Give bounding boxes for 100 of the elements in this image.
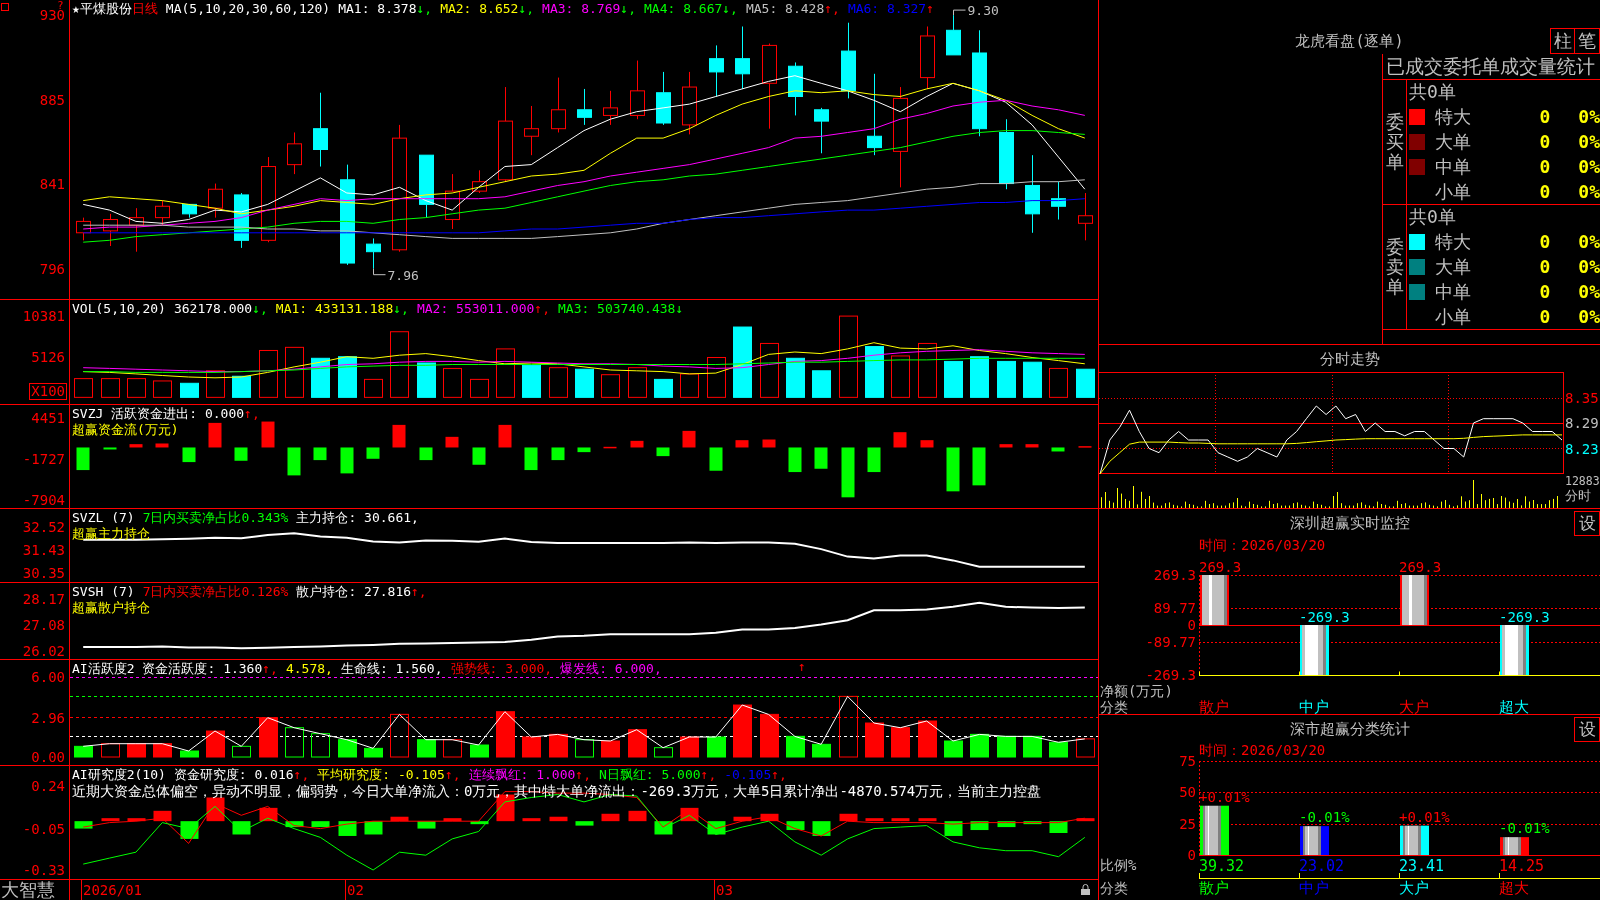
order-size-label: 小单 xyxy=(1435,305,1471,328)
candle xyxy=(814,107,829,154)
net-amount-bar xyxy=(1200,575,1229,625)
price-axis-label: 8.23 xyxy=(1565,440,1599,457)
price-label: 9.30 xyxy=(967,3,999,19)
bar-value-label: 39.32 xyxy=(1199,857,1245,875)
legend-value: 平均研究度: -0.105↑, xyxy=(317,767,461,783)
bar-value-label: 23.41 xyxy=(1399,857,1445,875)
candle xyxy=(208,183,223,219)
candle xyxy=(630,60,645,120)
order-total: 共0单 xyxy=(1409,80,1456,104)
candle xyxy=(524,105,539,156)
candle xyxy=(1078,192,1093,241)
mode-button[interactable]: 柱 xyxy=(1550,28,1575,54)
legend-value: 爆发线: 6.000, xyxy=(560,661,662,677)
candle xyxy=(287,131,302,175)
bar-value-label: -269.3 xyxy=(1299,609,1350,625)
bar-value-label: 14.25 xyxy=(1499,857,1545,875)
legend-value: 连续飘红: 1.000↑, xyxy=(468,767,591,783)
net-amount-bar xyxy=(1500,625,1529,675)
group-label: 委买单 xyxy=(1385,112,1404,172)
candle xyxy=(103,213,118,247)
legend-value: 主力持仓: 30.661, xyxy=(296,510,419,526)
order-percent: 0% xyxy=(1578,230,1600,253)
panel-title: 龙虎看盘(逐单) xyxy=(1295,32,1404,52)
legend-value: MA3: 8.769↓, xyxy=(542,1,636,17)
indicator-title: AI活跃度2 xyxy=(72,661,135,677)
candle xyxy=(946,14,961,56)
axis-title: 净额(万元) xyxy=(1100,684,1173,699)
indicator-title: SVZJ xyxy=(72,406,104,422)
legend-value: 4.578, xyxy=(285,661,333,677)
timestamp: 时间：2026/03/20 xyxy=(1199,537,1326,553)
indicator-title: SVSH (7) xyxy=(72,584,135,600)
axis-title: 分类 xyxy=(1099,699,1128,715)
order-count: 0 xyxy=(1539,130,1551,153)
legend-value: 资金研究度: 0.016↑, xyxy=(173,767,310,783)
axis-label: 25 xyxy=(1179,815,1196,832)
indicator-title: SVZL (7) xyxy=(72,510,135,526)
order-count: 0 xyxy=(1539,280,1551,303)
axis-label: 50 xyxy=(1179,784,1196,801)
price-axis-label: 8.29 xyxy=(1565,415,1599,431)
candle xyxy=(788,61,803,116)
indicator-subtitle: 超赢主力持仓 xyxy=(72,526,150,542)
candle xyxy=(682,71,697,135)
legend-value: MA2: 8.652↓, xyxy=(440,1,535,17)
candle xyxy=(129,207,144,253)
bar-value-label: 269.3 xyxy=(1399,559,1442,575)
order-size-label: 大单 xyxy=(1435,130,1471,153)
change-label: +0.01% xyxy=(1399,808,1450,825)
axis-label: -7904 xyxy=(22,492,65,508)
candle xyxy=(551,77,566,133)
table-title: 已成交委托单成交量统计 xyxy=(1383,54,1600,80)
candle xyxy=(1051,181,1066,220)
legend-value: -0.105↑, xyxy=(724,767,787,783)
candle xyxy=(155,200,170,226)
order-percent: 0% xyxy=(1578,155,1600,178)
mode-button[interactable]: 笔 xyxy=(1575,28,1600,54)
indicator-subtitle: 超赢散户持仓 xyxy=(72,600,150,616)
axis-label: 75 xyxy=(1179,753,1196,769)
order-size-label: 中单 xyxy=(1435,280,1471,303)
axis-label: 10381 xyxy=(22,308,65,325)
legend-value: 362178.000↓, xyxy=(173,301,268,317)
candle xyxy=(709,44,724,97)
category-label: 超大 xyxy=(1499,699,1529,715)
order-percent: 0% xyxy=(1578,280,1600,303)
axis-label: 28.17 xyxy=(22,591,65,607)
order-count: 0 xyxy=(1539,305,1551,328)
axis-label: 30.35 xyxy=(22,565,65,582)
category-label: 大户 xyxy=(1399,699,1429,715)
axis-title: 分类 xyxy=(1099,880,1128,896)
axis-label: -1727 xyxy=(22,450,65,467)
timestamp: 时间：2026/03/20 xyxy=(1199,742,1326,758)
legend-value: MA6: 8.327↑ xyxy=(847,1,934,17)
axis-label: 32.52 xyxy=(22,519,65,536)
date-label: 2026/01 xyxy=(83,882,142,898)
legend-value: MA3: 503740.438↓ xyxy=(558,301,684,317)
indicator-subtitle: 超赢资金流(万元) xyxy=(72,422,179,438)
change-label: -0.01% xyxy=(1499,820,1550,837)
brand-name: 大智慧 xyxy=(0,880,70,900)
group-label: 委卖单 xyxy=(1385,237,1404,297)
candle xyxy=(920,26,935,90)
axis-label: 26.02 xyxy=(22,643,65,659)
lock-icon xyxy=(1081,884,1090,895)
date-label: 02 xyxy=(347,882,364,898)
axis-title: 比例% xyxy=(1100,858,1137,873)
signal-arrow: ↑ xyxy=(798,660,806,674)
candle xyxy=(656,71,671,126)
candle xyxy=(445,173,460,230)
category-label: 中户 xyxy=(1299,880,1329,896)
settings-button[interactable]: 设 xyxy=(1574,511,1600,536)
candle xyxy=(603,90,618,126)
order-count: 0 xyxy=(1539,155,1551,178)
settings-button[interactable]: 设 xyxy=(1574,717,1600,742)
change-label: -0.01% xyxy=(1299,809,1350,826)
category-label: 超大 xyxy=(1499,880,1529,896)
axis-label: 0.24 xyxy=(31,777,65,794)
order-size-label: 大单 xyxy=(1435,255,1471,278)
order-size-label: 特大 xyxy=(1435,105,1471,128)
legend-value: MA1: 8.378↓, xyxy=(338,1,433,17)
period-label: 日线 xyxy=(131,1,158,17)
